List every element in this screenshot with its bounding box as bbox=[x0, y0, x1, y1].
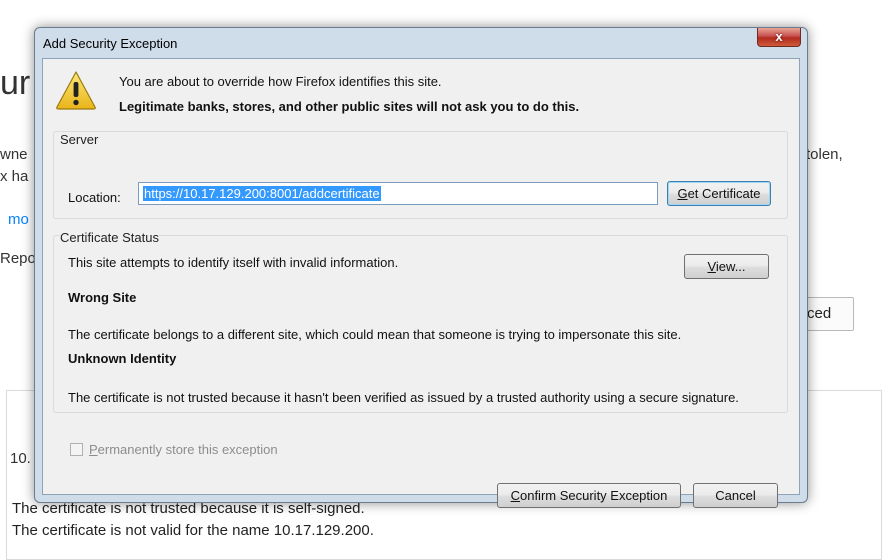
page-text-fragment: wne bbox=[0, 146, 28, 163]
learn-more-link-fragment[interactable]: mo bbox=[8, 211, 29, 228]
status-summary: This site attempts to identify itself wi… bbox=[68, 255, 399, 270]
view-button[interactable]: View... bbox=[684, 254, 769, 279]
issue-detail: The certificate is not trusted because i… bbox=[68, 390, 739, 405]
view-access-key: V bbox=[707, 259, 716, 274]
permanently-store-label[interactable]: Permanently store this exception bbox=[89, 442, 278, 457]
page-title-fragment: ur bbox=[0, 64, 31, 102]
close-icon: x bbox=[775, 29, 783, 44]
location-label: Location: bbox=[68, 190, 121, 205]
permanently-store-text: ermanently store this exception bbox=[97, 442, 278, 457]
server-group-label: Server bbox=[60, 132, 99, 147]
page-text-fragment: tolen, bbox=[806, 146, 843, 163]
confirm-security-exception-button[interactable]: Confirm Security Exception bbox=[497, 483, 681, 508]
add-security-exception-dialog: Add Security Exception x You are about t… bbox=[34, 27, 808, 508]
page-text-fragment: x ha bbox=[0, 168, 29, 185]
get-certificate-access-key: G bbox=[677, 186, 688, 201]
issue-heading: Wrong Site bbox=[68, 290, 137, 305]
dialog-content: You are about to override how Firefox id… bbox=[42, 58, 800, 508]
warning-text: Legitimate banks, stores, and other publ… bbox=[119, 99, 580, 114]
view-label: iew... bbox=[715, 259, 746, 274]
permanently-store-checkbox[interactable] bbox=[70, 443, 83, 456]
page-text-fragment: Repo bbox=[0, 250, 36, 267]
get-certificate-label: et Certificate bbox=[687, 186, 761, 201]
permanently-store-access-key: P bbox=[89, 442, 98, 457]
host-text-fragment: 10. bbox=[10, 450, 31, 467]
cancel-button[interactable]: Cancel bbox=[693, 483, 778, 508]
issue-detail: The certificate belongs to a different s… bbox=[68, 327, 682, 342]
confirm-label: onfirm Security Exception bbox=[519, 488, 668, 503]
close-button[interactable]: x bbox=[757, 28, 801, 47]
issue-heading: Unknown Identity bbox=[68, 351, 177, 366]
location-input[interactable]: https://10.17.129.200:8001/addcertificat… bbox=[138, 182, 658, 205]
dialog-title: Add Security Exception bbox=[43, 36, 178, 51]
get-certificate-button[interactable]: Get Certificate bbox=[667, 181, 771, 206]
location-value: https://10.17.129.200:8001/addcertificat… bbox=[143, 186, 381, 201]
confirm-access-key: C bbox=[510, 488, 520, 503]
cert-error-line: The certificate is not valid for the nam… bbox=[12, 522, 374, 539]
certificate-status-label: Certificate Status bbox=[60, 230, 159, 245]
intro-text: You are about to override how Firefox id… bbox=[119, 74, 442, 89]
dialog-titlebar[interactable]: Add Security Exception x bbox=[35, 28, 807, 58]
warning-triangle-icon bbox=[56, 71, 96, 110]
